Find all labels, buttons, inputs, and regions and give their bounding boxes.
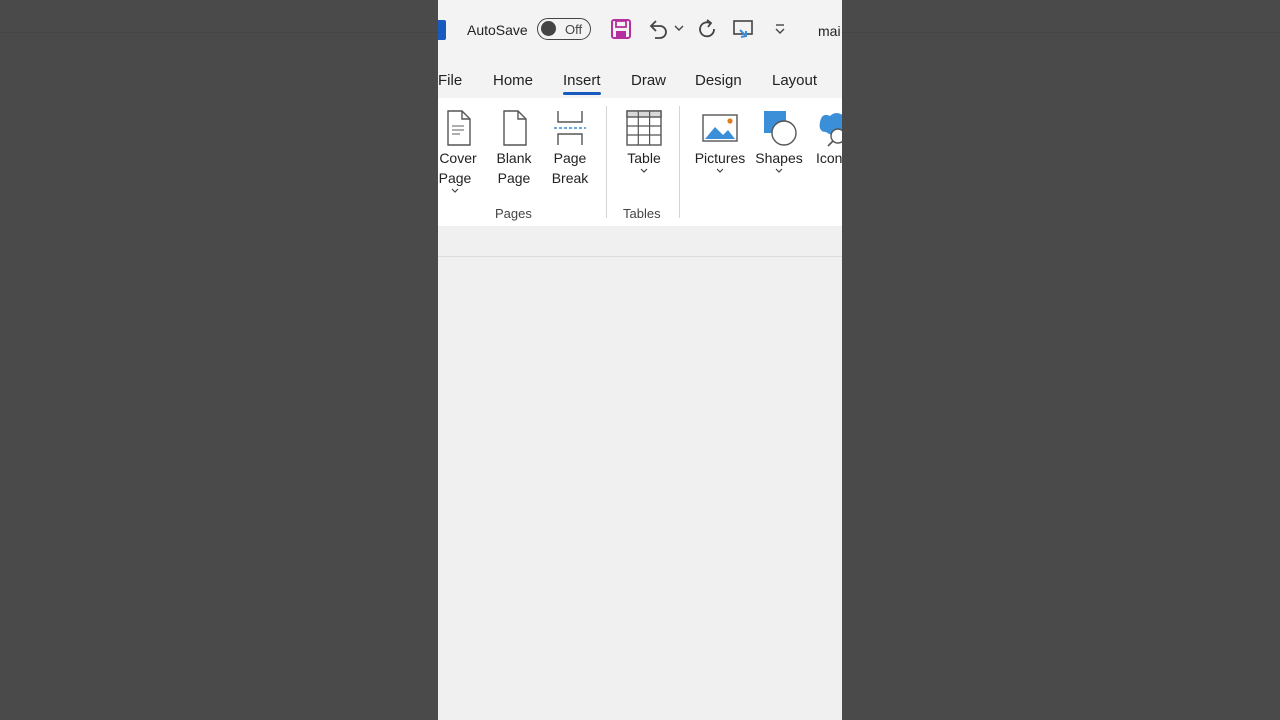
tab-design[interactable]: Design: [695, 72, 742, 89]
pictures-icon: [702, 114, 738, 142]
group-label-pages: Pages: [495, 206, 532, 221]
blank-page-label-2: Page: [497, 170, 531, 186]
icons-icon: [819, 113, 842, 147]
ribbon-insert: Cover Page Blank Page Page Break Pages T…: [438, 98, 842, 226]
autosave-label: AutoSave: [467, 22, 528, 38]
table-button[interactable]: Table: [621, 108, 667, 174]
autosave-state: Off: [565, 22, 583, 37]
tab-insert[interactable]: Insert: [563, 72, 601, 95]
undo-dropdown-chevron-icon[interactable]: [674, 24, 684, 32]
group-label-tables: Tables: [623, 206, 661, 221]
shapes-icon: [764, 111, 797, 146]
cover-page-chevron-icon: [451, 188, 459, 193]
ribbon-bottom-divider: [438, 256, 842, 257]
shapes-label: Shapes: [755, 150, 803, 166]
present-icon[interactable]: [732, 18, 756, 40]
table-icon: [626, 110, 662, 146]
icons-button[interactable]: Icons: [816, 108, 842, 168]
tab-draw[interactable]: Draw: [631, 72, 666, 89]
toggle-knob: [541, 21, 556, 36]
word-logo-icon: [438, 20, 446, 40]
group-separator: [679, 106, 680, 218]
table-chevron-icon: [640, 168, 648, 173]
blank-page-label-1: Blank: [496, 150, 532, 166]
group-separator: [606, 106, 607, 218]
cover-page-button[interactable]: Cover Page: [438, 108, 480, 194]
word-window: AutoSave Off mai File Home Insert Draw D…: [438, 0, 842, 720]
document-name: mai: [818, 23, 841, 39]
customize-toolbar-icon[interactable]: [774, 22, 786, 36]
page-break-label-2: Break: [551, 170, 589, 186]
tab-file[interactable]: File: [438, 72, 462, 89]
tab-layout[interactable]: Layout: [772, 72, 817, 89]
title-bar: AutoSave Off mai: [438, 0, 842, 60]
page-break-button[interactable]: Page Break: [548, 108, 592, 188]
tab-home[interactable]: Home: [493, 72, 533, 89]
icons-label: Icons: [816, 150, 842, 166]
pictures-chevron-icon: [716, 168, 724, 173]
blank-page-icon: [503, 110, 527, 146]
shapes-button[interactable]: Shapes: [754, 108, 804, 174]
right-background: [842, 0, 1280, 720]
page-break-label-1: Page: [553, 150, 587, 166]
table-label: Table: [627, 150, 661, 166]
pictures-label: Pictures: [694, 150, 746, 166]
blank-page-button[interactable]: Blank Page: [492, 108, 536, 188]
pictures-button[interactable]: Pictures: [692, 108, 748, 174]
page-break-icon: [554, 111, 586, 145]
redo-icon[interactable]: [696, 18, 718, 40]
save-icon[interactable]: [610, 18, 632, 40]
ribbon-tabs: File Home Insert Draw Design Layout: [438, 60, 842, 98]
left-background: [0, 0, 438, 720]
cover-page-label-2: Page: [438, 170, 472, 186]
shapes-chevron-icon: [775, 168, 783, 173]
autosave-toggle[interactable]: Off: [537, 18, 591, 40]
undo-icon[interactable]: [646, 18, 670, 40]
cover-page-label-1: Cover: [439, 150, 477, 166]
cover-page-icon: [447, 110, 471, 146]
